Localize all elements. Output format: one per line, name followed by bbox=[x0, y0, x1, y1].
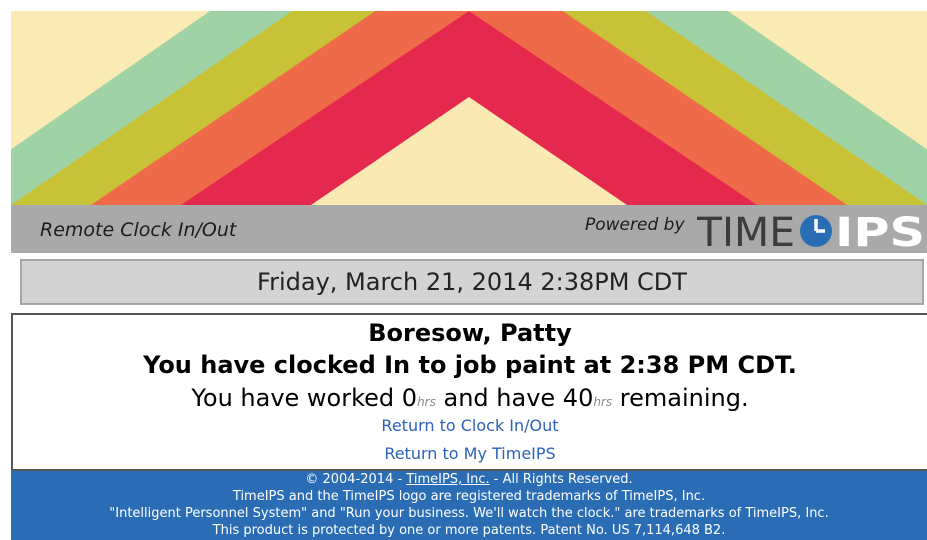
logo-text-ips: IPS bbox=[835, 210, 925, 253]
footer-copyright: © 2004-2014 - TimeIPS, Inc. - All Rights… bbox=[11, 472, 927, 488]
clock-status-message: You have clocked In to job paint at 2:38… bbox=[143, 351, 797, 379]
footer-trademark-2: "Intelligent Personnel System" and "Run … bbox=[109, 506, 829, 521]
footer: © 2004-2014 - TimeIPS, Inc. - All Rights… bbox=[11, 471, 927, 540]
hours-remaining-unit: hrs bbox=[593, 395, 613, 409]
return-to-mytimeips-link[interactable]: Return to My TimeIPS bbox=[13, 444, 927, 463]
powered-by-label: Powered by bbox=[585, 215, 685, 235]
company-link[interactable]: TimeIPS, Inc. bbox=[406, 472, 489, 487]
logo-text-time: TIME bbox=[697, 210, 795, 253]
chevron-banner-graphic bbox=[11, 11, 927, 205]
hours-worked-unit: hrs bbox=[417, 395, 436, 409]
hours-suffix: remaining. bbox=[612, 384, 749, 412]
header-banner bbox=[11, 11, 927, 205]
datetime-bar: Friday, March 21, 2014 2:38PM CDT bbox=[20, 259, 924, 305]
clock-confirmation-panel: Boresow, Patty You have clocked In to jo… bbox=[11, 313, 927, 471]
clock-icon bbox=[800, 215, 832, 247]
app-title: Remote Clock In/Out bbox=[40, 219, 237, 241]
footer-patent: This product is protected by one or more… bbox=[212, 523, 726, 538]
employee-name: Boresow, Patty bbox=[368, 319, 572, 347]
title-bar: Remote Clock In/Out Powered by TIME IPS bbox=[11, 205, 927, 253]
hours-summary: You have worked 0hrs and have 40hrs rema… bbox=[13, 384, 927, 412]
current-datetime: Friday, March 21, 2014 2:38PM CDT bbox=[257, 268, 687, 296]
return-to-clock-link[interactable]: Return to Clock In/Out bbox=[13, 416, 927, 435]
timeips-logo: TIME IPS bbox=[697, 210, 925, 253]
hours-remaining-value: 40 bbox=[562, 384, 594, 412]
copyright-suffix: - All Rights Reserved. bbox=[489, 472, 633, 487]
page: Remote Clock In/Out Powered by TIME IPS … bbox=[0, 0, 927, 540]
copyright-prefix: © 2004-2014 - bbox=[305, 472, 407, 487]
hours-middle: and have bbox=[435, 384, 563, 412]
footer-trademark-1: TimeIPS and the TimeIPS logo are registe… bbox=[232, 489, 706, 504]
hours-worked-value: 0 bbox=[401, 384, 418, 412]
hours-prefix: You have worked bbox=[191, 384, 402, 412]
